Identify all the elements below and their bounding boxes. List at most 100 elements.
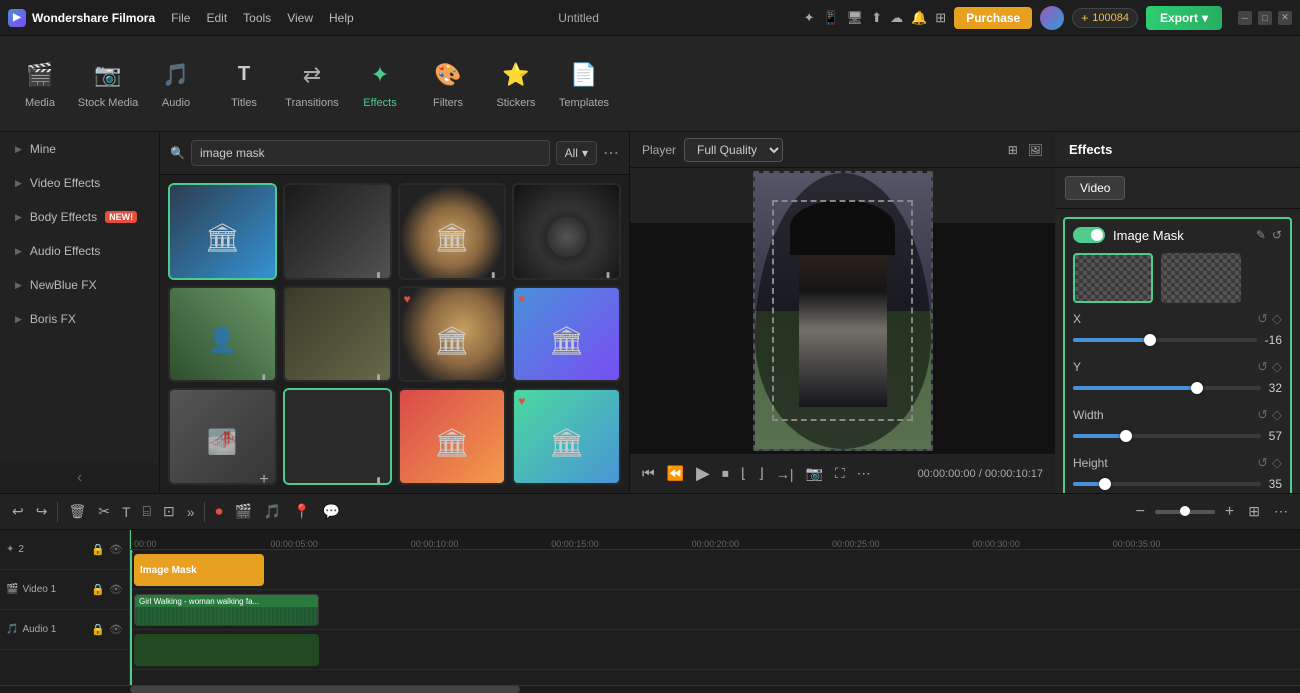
track-video-lock-icon[interactable]: 🔒: [91, 583, 105, 596]
split-button[interactable]: ⌸: [139, 501, 155, 522]
clip-audio[interactable]: [134, 634, 319, 666]
effect-card-highlight-mask-03[interactable]: ♥ 🏛 Highlight Mask 03: [398, 388, 507, 485]
track-settings-button[interactable]: ⊞: [1244, 501, 1264, 522]
add-marker-button[interactable]: 📍: [289, 501, 314, 522]
menu-view[interactable]: View: [287, 11, 313, 25]
effect-card-border[interactable]: ⬇ Border: [283, 183, 392, 280]
toolbar-filters[interactable]: 🎨 Filters: [416, 44, 480, 124]
track-audio-eye-icon[interactable]: 👁: [109, 623, 123, 636]
zoom-in-button[interactable]: +: [1221, 501, 1238, 523]
menu-tools[interactable]: Tools: [243, 11, 271, 25]
edit-effect-icon[interactable]: ✎: [1256, 228, 1266, 242]
keyframe-height-icon[interactable]: ◇: [1272, 455, 1282, 471]
track-eye-icon[interactable]: 👁: [109, 543, 123, 556]
toolbar-stickers[interactable]: ⭐ Stickers: [484, 44, 548, 124]
menu-help[interactable]: Help: [329, 11, 354, 25]
toolbar-audio[interactable]: 🎵 Audio: [144, 44, 208, 124]
play-button[interactable]: ▶: [696, 463, 710, 484]
clip-girl-walking[interactable]: Girl Walking - woman walking fa...: [134, 594, 319, 626]
close-button[interactable]: ✕: [1278, 11, 1292, 25]
effect-toggle[interactable]: [1073, 227, 1105, 243]
clip-image-mask[interactable]: Image Mask: [134, 554, 264, 586]
more-timeline-button[interactable]: ⋯: [1270, 501, 1292, 522]
go-start-button[interactable]: ⏮: [642, 465, 655, 482]
slider-height[interactable]: [1073, 482, 1261, 486]
add-subtitle-button[interactable]: 💬: [319, 501, 344, 522]
reset-height-icon[interactable]: ↺: [1257, 455, 1268, 471]
collapse-panel-button[interactable]: ‹: [0, 463, 159, 493]
effect-card-old-video[interactable]: ⬇ Old video: [283, 286, 392, 383]
reset-effect-icon[interactable]: ↺: [1272, 228, 1282, 242]
toolbar-templates[interactable]: 📄 Templates: [552, 44, 616, 124]
mask-thumb-2[interactable]: [1161, 253, 1241, 303]
step-back-button[interactable]: ⏪: [667, 465, 684, 482]
sidebar-item-boris-fx[interactable]: ▶ Boris FX: [0, 302, 159, 336]
snapshot-button[interactable]: 📷: [805, 465, 822, 482]
fullscreen-button[interactable]: ⛶: [835, 465, 845, 482]
effect-card-overlay-02[interactable]: ⬇ Overlay 02: [283, 388, 392, 485]
menu-edit[interactable]: Edit: [206, 11, 227, 25]
toolbar-media[interactable]: 🎬 Media: [8, 44, 72, 124]
zoom-out-button[interactable]: −: [1132, 501, 1149, 523]
maximize-button[interactable]: □: [1258, 11, 1272, 25]
minimize-button[interactable]: ─: [1238, 11, 1252, 25]
purchase-button[interactable]: Purchase: [954, 7, 1032, 29]
crop-button[interactable]: ⊡: [159, 501, 179, 522]
sidebar-item-mine[interactable]: ▶ Mine: [0, 132, 159, 166]
quality-select[interactable]: Full Quality: [684, 138, 783, 162]
cut-button[interactable]: ✂: [94, 501, 114, 522]
more-controls-button[interactable]: ⋯: [857, 465, 871, 482]
mark-in-button[interactable]: ⌊: [741, 465, 746, 482]
more-options-button[interactable]: ⋯: [603, 143, 619, 163]
more-tools-button[interactable]: »: [183, 502, 199, 522]
tab-video[interactable]: Video: [1065, 176, 1125, 200]
effect-card-round-close[interactable]: 🏛 ⬇ Round Close: [398, 183, 507, 280]
add-audio-button[interactable]: 🎵: [260, 501, 285, 522]
export-frame-button[interactable]: →|: [776, 466, 794, 482]
export-button[interactable]: Export ▾: [1146, 6, 1222, 30]
slider-x[interactable]: [1073, 338, 1257, 342]
sidebar-item-body-effects[interactable]: ▶ Body Effects NEW!: [0, 200, 159, 234]
effect-card-highlight-mask-02[interactable]: ♥ 🏛 Highlight Mask 02: [512, 388, 621, 485]
reset-y-icon[interactable]: ↺: [1257, 359, 1268, 375]
zoom-slider[interactable]: [1155, 510, 1215, 514]
record-button[interactable]: ⏺: [211, 501, 226, 522]
filter-dropdown[interactable]: All ▾: [556, 141, 597, 165]
mark-out-button[interactable]: ⌋: [758, 465, 763, 482]
add-video-button[interactable]: 🎬: [230, 501, 255, 522]
slider-width[interactable]: [1073, 434, 1261, 438]
mask-thumb-1[interactable]: [1073, 253, 1153, 303]
track-video-eye-icon[interactable]: 👁: [109, 583, 123, 596]
toolbar-effects[interactable]: ✦ Effects: [348, 44, 412, 124]
keyframe-width-icon[interactable]: ◇: [1272, 407, 1282, 423]
grid-view-icon[interactable]: ⊞: [1008, 143, 1018, 157]
text-button[interactable]: T: [118, 502, 135, 522]
track-audio-lock-icon[interactable]: 🔒: [91, 623, 105, 636]
toolbar-transitions[interactable]: ⇄ Transitions: [280, 44, 344, 124]
effect-card-slant-blur[interactable]: 👤 ⬇ Slant Blur: [168, 286, 277, 383]
keyframe-y-icon[interactable]: ◇: [1272, 359, 1282, 375]
timeline-scrollbar[interactable]: [0, 685, 1300, 693]
stop-button[interactable]: ⏹: [722, 465, 729, 482]
slider-y[interactable]: [1073, 386, 1261, 390]
user-avatar[interactable]: [1040, 6, 1064, 30]
toolbar-titles[interactable]: T Titles: [212, 44, 276, 124]
effect-card-canvas[interactable]: 🌁 + Canvas: [168, 388, 277, 485]
keyframe-x-icon[interactable]: ◇: [1272, 311, 1282, 327]
reset-x-icon[interactable]: ↺: [1257, 311, 1268, 327]
sidebar-item-audio-effects[interactable]: ▶ Audio Effects: [0, 234, 159, 268]
track-lock-icon[interactable]: 🔒: [91, 543, 105, 556]
image-icon[interactable]: 🖼: [1028, 143, 1043, 157]
sidebar-item-video-effects[interactable]: ▶ Video Effects: [0, 166, 159, 200]
effect-card-horror[interactable]: ⬇ Horror Film Filte...: [512, 183, 621, 280]
redo-button[interactable]: ↪: [32, 501, 52, 522]
effect-card-image-mask[interactable]: 🏛 Image Mask: [168, 183, 277, 280]
sidebar-item-newblue-fx[interactable]: ▶ NewBlue FX: [0, 268, 159, 302]
search-input[interactable]: [191, 140, 550, 166]
undo-button[interactable]: ↩: [8, 501, 28, 522]
effect-card-highlight-mask-01[interactable]: ♥ 🏛 Highlight Mask 01: [512, 286, 621, 383]
effect-card-shape-mask[interactable]: ♥ 🏛 Shape Mask: [398, 286, 507, 383]
delete-button[interactable]: 🗑: [64, 501, 90, 522]
menu-file[interactable]: File: [171, 11, 190, 25]
toolbar-stock-media[interactable]: 📷 Stock Media: [76, 44, 140, 124]
